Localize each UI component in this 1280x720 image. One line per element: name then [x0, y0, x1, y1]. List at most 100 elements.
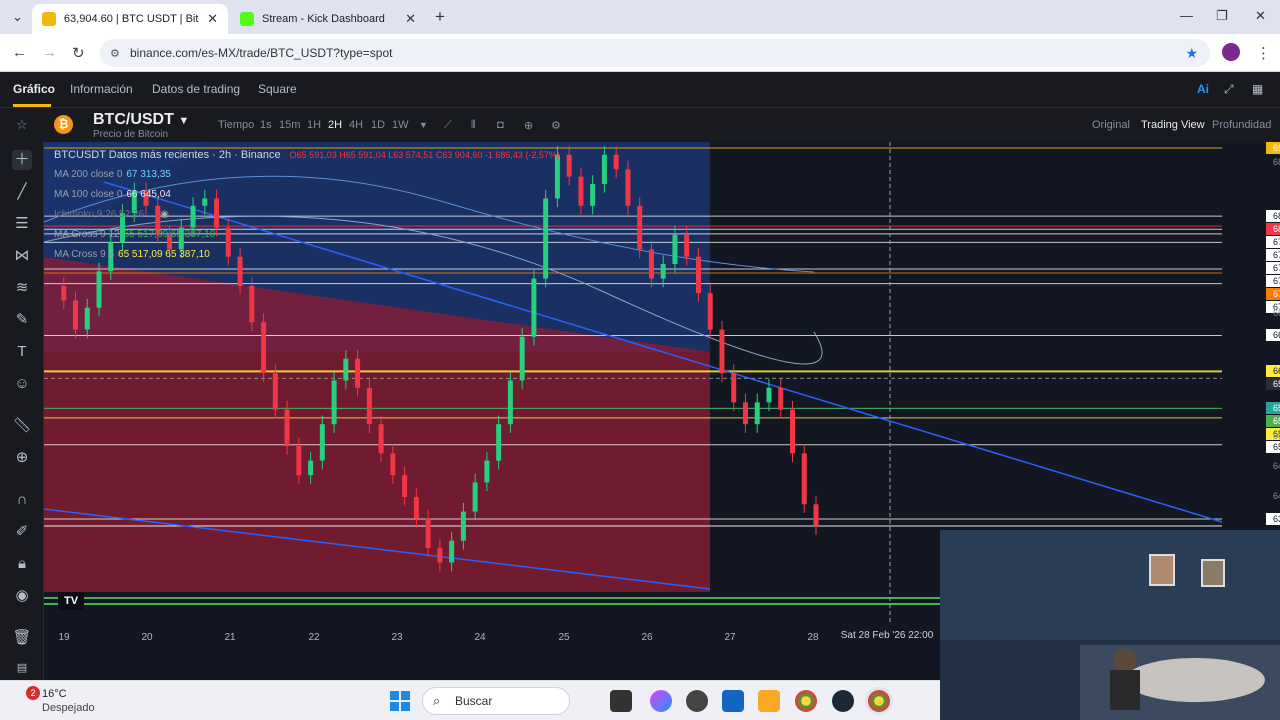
tab-kick[interactable]: Stream - Kick Dashboard ✕	[230, 4, 426, 34]
tab-binance[interactable]: 63,904.60 | BTC USDT | Bitcoin t ✕	[32, 4, 228, 34]
interval-15m[interactable]: 15m	[279, 119, 300, 131]
close-tab-icon[interactable]: ✕	[207, 11, 218, 27]
view-profundidad[interactable]: Profundidad	[1212, 119, 1271, 131]
bookmark-star-icon[interactable]: ★	[1185, 45, 1198, 62]
url-field[interactable]: ⚙ binance.com/es-MX/trade/BTC_USDT?type=…	[100, 39, 1210, 67]
weather-temp[interactable]: 16°C	[42, 688, 67, 700]
indicators-icon[interactable]: ⫴	[471, 119, 476, 132]
app-icon[interactable]	[722, 690, 744, 712]
y-tick: 68 800,00	[1272, 157, 1280, 167]
crosshair-time-label: Sat 28 Feb '26 22:00	[834, 629, 940, 643]
text-icon[interactable]: T	[12, 342, 32, 362]
nav-grafico[interactable]: Gráfico	[13, 82, 55, 96]
nav-square[interactable]: Square	[258, 82, 297, 96]
indicator-label: MA 200 close 0	[54, 169, 123, 180]
taskbar-search[interactable]: ⌕ Buscar	[422, 687, 570, 715]
forward-icon[interactable]: →	[42, 44, 57, 61]
pen-lock-icon[interactable]: ✐	[12, 522, 32, 542]
nav-informacion[interactable]: Información	[70, 82, 133, 96]
restore-icon[interactable]: ❐	[1216, 8, 1228, 24]
lock-icon[interactable]: 🔒︎	[12, 554, 32, 574]
copilot-icon[interactable]	[650, 690, 672, 712]
candle-body	[284, 409, 290, 447]
expand-icon[interactable]: ⤢	[1224, 82, 1234, 97]
url-text: binance.com/es-MX/trade/BTC_USDT?type=sp…	[130, 46, 393, 60]
pair-label: BTC/USDT	[93, 111, 174, 128]
ruler-icon[interactable]: 📏︎	[12, 416, 32, 436]
new-tab-button[interactable]: +	[435, 7, 445, 27]
tradingview-logo[interactable]: TV	[58, 592, 84, 610]
trendline-icon[interactable]: ╱	[12, 182, 32, 202]
windows-start-icon[interactable]	[390, 691, 410, 711]
interval-2h[interactable]: 2H	[328, 119, 342, 131]
tab-list-icon[interactable]: ⌄	[12, 9, 23, 25]
eye-icon[interactable]: ◉	[160, 209, 169, 220]
pattern-icon[interactable]: ⋈	[12, 246, 32, 266]
emoji-icon[interactable]: ☺	[12, 374, 32, 394]
interval-1s[interactable]: 1s	[260, 119, 272, 131]
view-original[interactable]: Original	[1092, 119, 1130, 131]
profile-avatar[interactable]	[1222, 43, 1240, 61]
ai-button[interactable]: Ai	[1197, 82, 1209, 96]
candle-body	[637, 205, 643, 250]
chrome-icon[interactable]	[795, 690, 817, 712]
back-icon[interactable]: ←	[12, 44, 27, 61]
fib-icon[interactable]: ≋	[12, 278, 32, 298]
trash-icon[interactable]: 🗑︎	[12, 628, 32, 648]
pair-selector[interactable]: BTC/USDT ▼	[93, 111, 189, 129]
windows-taskbar: 2 16°C Despejado ⌕ Buscar	[0, 680, 940, 720]
legend-ma-cross-9-5: MA Cross 9 5 65 517,09 65 387,10	[54, 249, 210, 260]
brush-icon[interactable]: ✎	[12, 310, 32, 330]
interval-1d[interactable]: 1D	[371, 119, 385, 131]
nav-datos-trading[interactable]: Datos de trading	[152, 82, 240, 96]
app-icon[interactable]	[686, 690, 708, 712]
add-icon[interactable]: ⊕	[524, 119, 533, 132]
more-intervals-icon[interactable]: ▼	[419, 120, 428, 130]
candle-body	[566, 154, 572, 177]
candle-body	[484, 460, 490, 483]
price-level-label: 67 376,60	[1266, 288, 1280, 301]
candle-body	[272, 373, 278, 410]
interval-1h[interactable]: 1H	[307, 119, 321, 131]
webcam-image	[940, 530, 1280, 720]
y-tick: 65 200,00	[1272, 431, 1280, 441]
menu-icon[interactable]: ⋮	[1256, 44, 1271, 62]
task-view-icon[interactable]	[610, 690, 632, 712]
chrome-active-icon[interactable]	[868, 690, 890, 712]
magnet-icon[interactable]: ∩	[12, 490, 32, 510]
settings-icon[interactable]: ⚙	[551, 119, 561, 132]
bitcoin-icon: ₿	[54, 115, 73, 134]
steam-icon[interactable]	[832, 690, 854, 712]
chart-type-icon[interactable]: ⟋	[444, 119, 452, 132]
view-trading-view[interactable]: Trading View	[1141, 119, 1205, 131]
reload-icon[interactable]: ↻	[72, 44, 85, 62]
interval-4h[interactable]: 4H	[349, 119, 363, 131]
horizontal-lines-icon[interactable]: ☰	[12, 214, 32, 234]
binance-favicon-icon	[42, 12, 56, 26]
layout-icon[interactable]: ▦	[1252, 82, 1263, 96]
favorite-star-icon[interactable]: ☆	[16, 117, 28, 133]
site-info-icon[interactable]: ⚙	[110, 47, 120, 60]
indicator-value: 65 517,09 65 387,10	[118, 249, 210, 260]
tab-title: Stream - Kick Dashboard	[262, 13, 385, 25]
file-explorer-icon[interactable]	[758, 690, 780, 712]
camera-icon[interactable]: ◘	[497, 119, 504, 131]
close-window-icon[interactable]: ✕	[1255, 8, 1266, 24]
candle-body	[672, 234, 678, 265]
zoom-in-icon[interactable]: ⊕	[12, 448, 32, 468]
price-level-label: 65 517,09	[1266, 415, 1280, 428]
candle-body	[660, 264, 666, 279]
weather-desc[interactable]: Despejado	[42, 702, 95, 714]
x-tick-label: 20	[141, 632, 153, 643]
candle-body	[378, 424, 384, 454]
active-tab-underline	[13, 104, 51, 107]
x-tick-label: 23	[391, 632, 403, 643]
eye-icon[interactable]: ◉	[12, 586, 32, 606]
minimize-icon[interactable]: —	[1180, 8, 1193, 23]
interval-1w[interactable]: 1W	[392, 119, 409, 131]
candle-body	[331, 380, 337, 425]
crosshair-icon[interactable]: ＋	[12, 150, 32, 170]
close-tab-icon[interactable]: ✕	[405, 11, 416, 27]
tiempo-label[interactable]: Tiempo	[218, 119, 254, 131]
calendar-icon[interactable]: ▤	[12, 658, 32, 678]
